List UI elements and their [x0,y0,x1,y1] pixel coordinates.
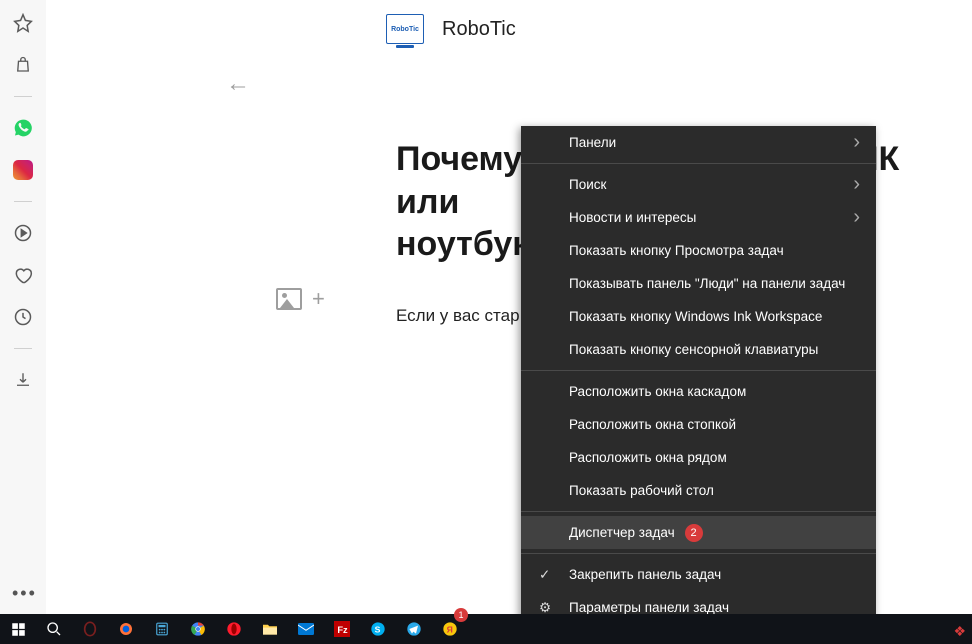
opera-icon[interactable] [216,614,252,644]
chrome-icon[interactable] [180,614,216,644]
sidebar-separator [14,348,32,349]
ctx-label: Закрепить панель задач [569,567,721,582]
ctx-task-manager[interactable]: Диспетчер задач 2 [521,516,876,549]
play-circle-icon[interactable] [12,222,34,244]
browser-sidebar: ••• [0,0,46,614]
svg-text:Я: Я [447,624,453,634]
back-arrow-icon[interactable]: ← [226,70,250,98]
ctx-label: Параметры панели задач [569,600,729,615]
annotation-badge-2: 2 [685,524,703,542]
windows-taskbar[interactable]: Fz S Я 1 ❖ [0,614,972,644]
image-placeholder[interactable]: + [276,286,325,312]
filezilla-icon[interactable]: Fz [324,614,360,644]
sidebar-separator [14,201,32,202]
ctx-separator [521,553,876,554]
ctx-stack[interactable]: Расположить окна стопкой [521,408,876,441]
ctx-separator [521,370,876,371]
plus-icon: + [312,286,325,312]
star-icon[interactable] [12,12,34,34]
ctx-news[interactable]: Новости и интересы [521,201,876,234]
ctx-cascade[interactable]: Расположить окна каскадом [521,375,876,408]
ctx-label: Расположить окна каскадом [569,384,746,399]
ctx-label: Показать кнопку сенсорной клавиатуры [569,342,818,357]
sidebar-separator [14,96,32,97]
yandex-icon[interactable]: Я 1 [432,614,468,644]
clock-icon[interactable] [12,306,34,328]
ctx-taskview-button[interactable]: Показать кнопку Просмотра задач [521,234,876,267]
ctx-label: Показать рабочий стол [569,483,714,498]
site-name[interactable]: RoboTic [442,18,516,41]
ctx-label: Показать кнопку Просмотра задач [569,243,784,258]
tray-icon[interactable]: ❖ [953,623,966,640]
check-icon: ✓ [539,567,550,583]
download-icon[interactable] [12,369,34,391]
ctx-label: Диспетчер задач [569,525,675,540]
bag-icon[interactable] [12,54,34,76]
svg-text:S: S [375,624,381,634]
ctx-label: Расположить окна стопкой [569,417,736,432]
firefox-icon[interactable] [108,614,144,644]
ctx-label: Панели [569,135,616,150]
ctx-people-panel[interactable]: Показывать панель "Люди" на панели задач [521,267,876,300]
explorer-icon[interactable] [252,614,288,644]
whatsapp-icon[interactable] [12,117,34,139]
ctx-label: Новости и интересы [569,210,696,225]
site-logo[interactable]: RoboTic [386,14,424,44]
taskbar-context-menu: Панели Поиск Новости и интересы Показать… [521,126,876,624]
ctx-touch-keyboard[interactable]: Показать кнопку сенсорной клавиатуры [521,333,876,366]
ctx-sidebyside[interactable]: Расположить окна рядом [521,441,876,474]
opera-pinned-icon[interactable] [72,614,108,644]
annotation-badge-1: 1 [454,608,468,622]
ctx-search[interactable]: Поиск [521,168,876,201]
more-icon[interactable]: ••• [12,583,37,604]
instagram-icon[interactable] [12,159,34,181]
page-header: RoboTic RoboTic [46,0,972,44]
ctx-ink-workspace[interactable]: Показать кнопку Windows Ink Workspace [521,300,876,333]
heart-icon[interactable] [12,264,34,286]
skype-icon[interactable]: S [360,614,396,644]
ctx-label: Показать кнопку Windows Ink Workspace [569,309,822,324]
start-button[interactable] [0,614,36,644]
calc-icon[interactable] [144,614,180,644]
ctx-separator [521,511,876,512]
mail-icon[interactable] [288,614,324,644]
ctx-label: Поиск [569,177,606,192]
ctx-lock-taskbar[interactable]: ✓ Закрепить панель задач [521,558,876,591]
ctx-panels[interactable]: Панели [521,126,876,159]
ctx-show-desktop[interactable]: Показать рабочий стол [521,474,876,507]
image-icon [276,288,302,310]
ctx-label: Показывать панель "Люди" на панели задач [569,276,845,291]
ctx-label: Расположить окна рядом [569,450,727,465]
telegram-icon[interactable] [396,614,432,644]
search-icon[interactable] [36,614,72,644]
svg-text:Fz: Fz [337,625,348,635]
ctx-separator [521,163,876,164]
